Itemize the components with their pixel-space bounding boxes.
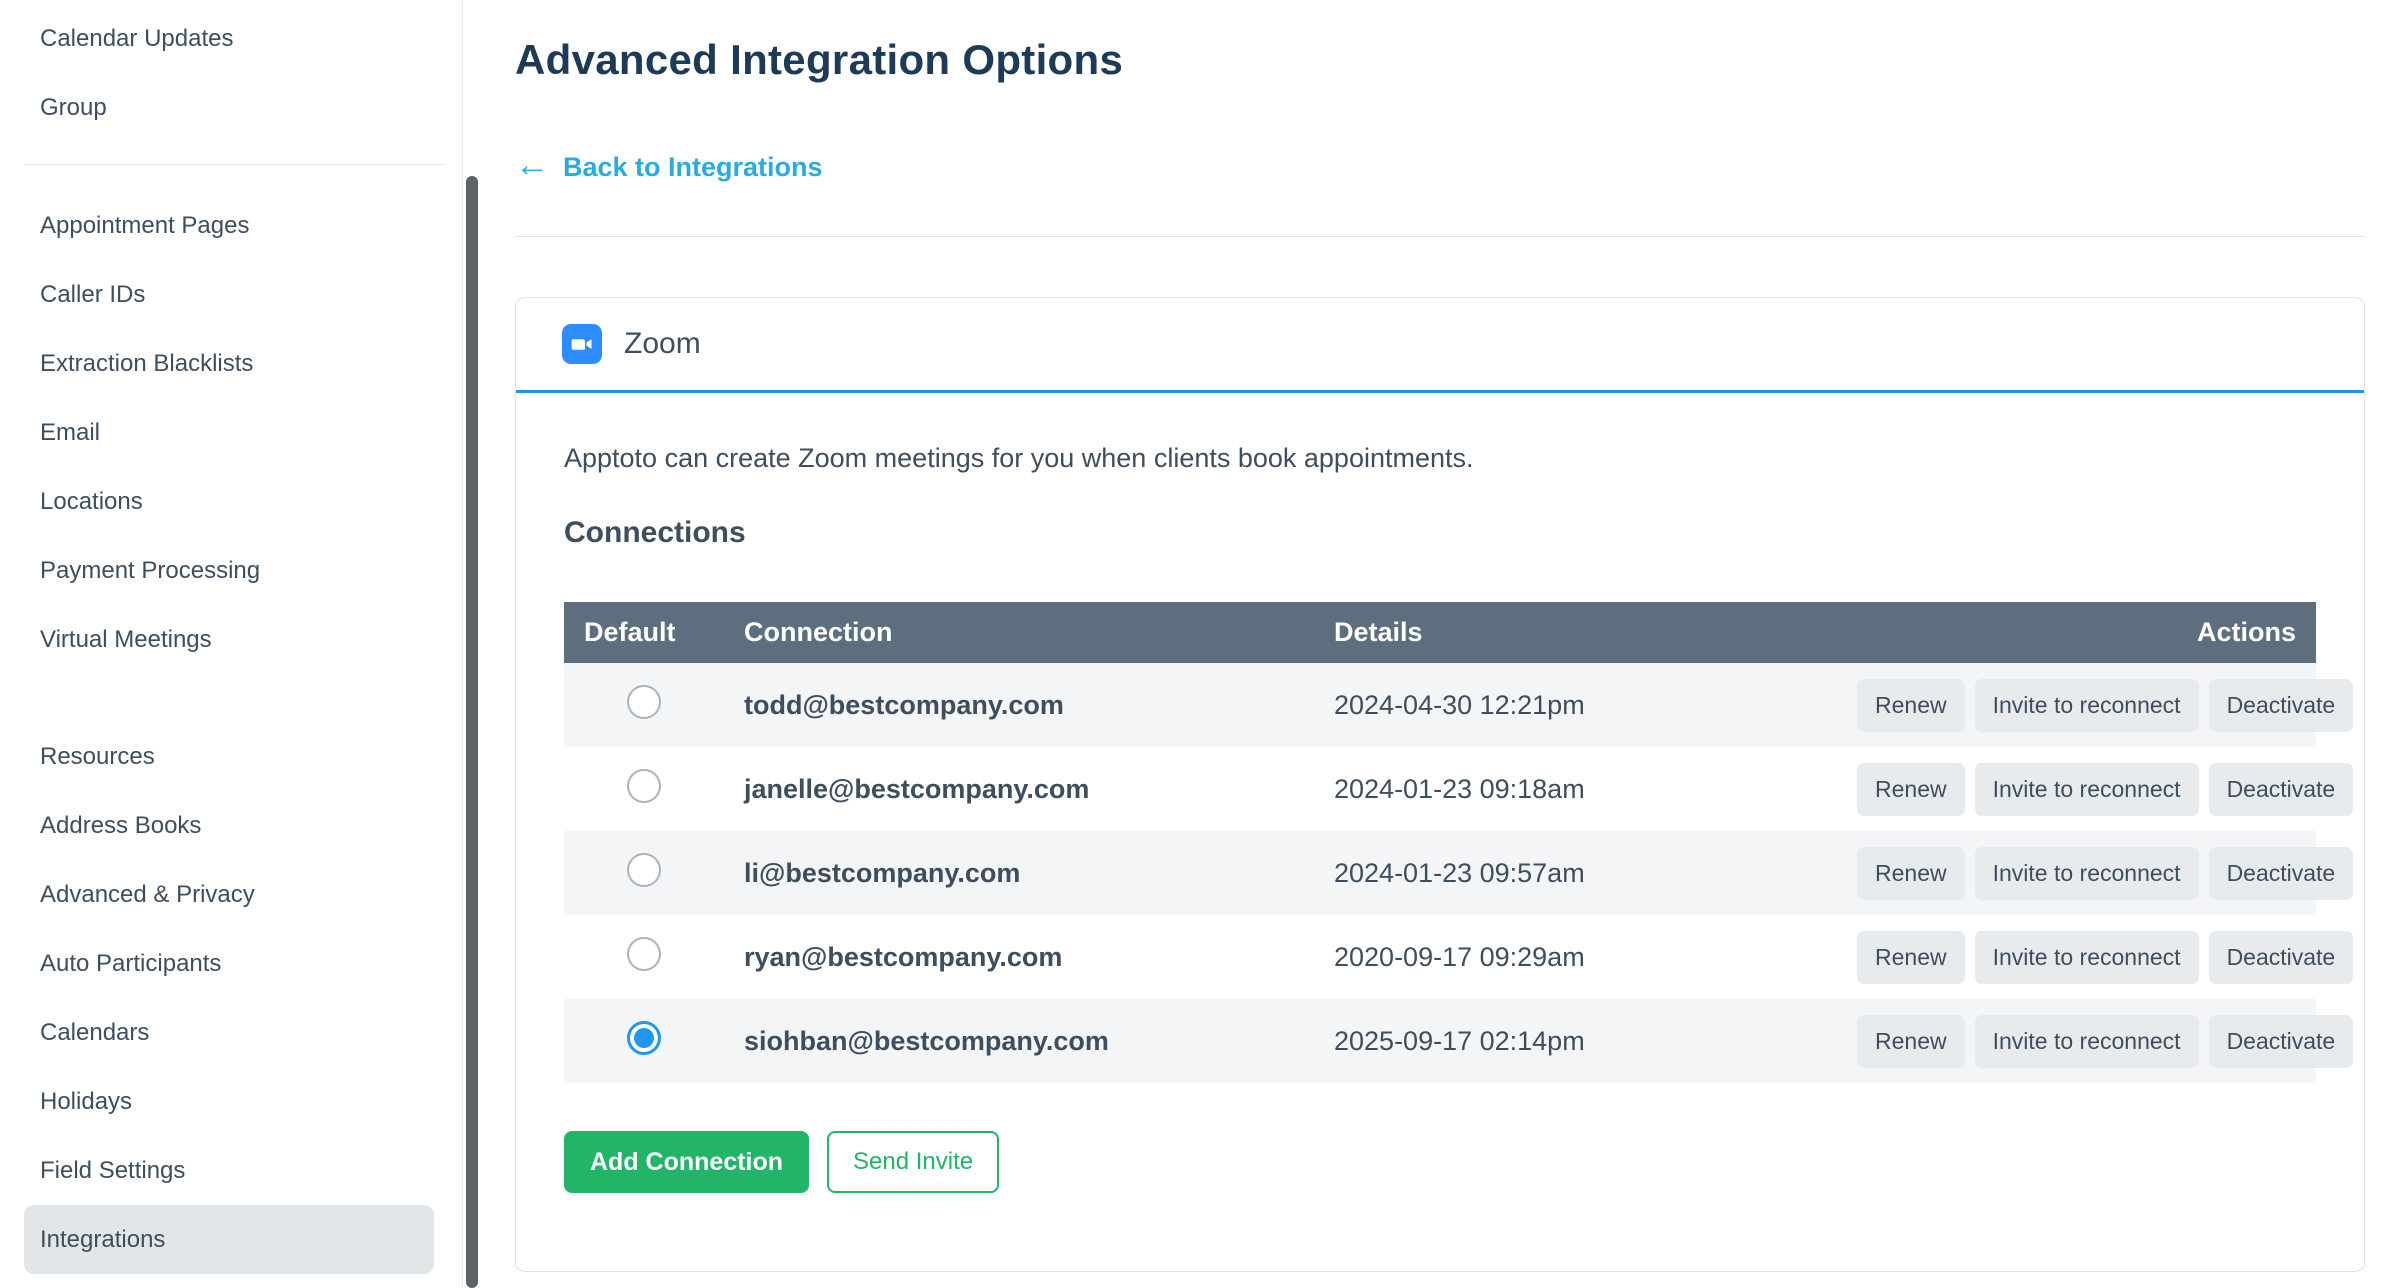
card-header: Zoom	[516, 298, 2364, 393]
sidebar-group: Appointment PagesCaller IDsExtraction Bl…	[0, 191, 462, 674]
back-link-label: Back to Integrations	[563, 152, 823, 183]
send-invite-button[interactable]: Send Invite	[827, 1131, 999, 1193]
column-header-actions: Actions	[1827, 602, 2316, 663]
back-to-integrations-link[interactable]: ← Back to Integrations	[515, 150, 823, 184]
connections-heading: Connections	[564, 516, 2316, 550]
sidebar-item-caller-ids[interactable]: Caller IDs	[24, 260, 434, 329]
invite-to-reconnect-button[interactable]: Invite to reconnect	[1975, 763, 2199, 816]
column-header-connection: Connection	[724, 602, 1314, 663]
card-title: Zoom	[624, 327, 701, 361]
sidebar-item-calendar-updates[interactable]: Calendar Updates	[24, 4, 434, 73]
renew-button[interactable]: Renew	[1857, 1015, 1965, 1068]
renew-button[interactable]: Renew	[1857, 679, 1965, 732]
column-header-details: Details	[1314, 602, 1827, 663]
sidebar-item-resources[interactable]: Resources	[24, 722, 434, 791]
connection-row: siohban@bestcompany.com2025-09-17 02:14p…	[564, 999, 2316, 1083]
connection-details: 2025-09-17 02:14pm	[1314, 999, 1827, 1083]
sidebar-nav: Calendar UpdatesGroupAppointment PagesCa…	[0, 0, 462, 1288]
sidebar-scrollbar-thumb[interactable]	[466, 176, 478, 1288]
main-content: Advanced Integration Options ← Back to I…	[480, 0, 2382, 1288]
sidebar-item-locations[interactable]: Locations	[24, 467, 434, 536]
sidebar-group: ResourcesAddress BooksAdvanced & Privacy…	[0, 722, 462, 1274]
button-row: Add Connection Send Invite	[564, 1131, 2316, 1193]
integration-description: Apptoto can create Zoom meetings for you…	[564, 443, 2316, 474]
connection-row: ryan@bestcompany.com2020-09-17 09:29amRe…	[564, 915, 2316, 999]
connection-details: 2024-01-23 09:57am	[1314, 831, 1827, 915]
connection-email: siohban@bestcompany.com	[724, 999, 1314, 1083]
default-radio[interactable]	[627, 769, 661, 803]
deactivate-button[interactable]: Deactivate	[2209, 763, 2354, 816]
content-divider	[515, 236, 2365, 237]
default-radio[interactable]	[627, 685, 661, 719]
invite-to-reconnect-button[interactable]: Invite to reconnect	[1975, 847, 2199, 900]
column-header-default: Default	[564, 602, 724, 663]
deactivate-button[interactable]: Deactivate	[2209, 931, 2354, 984]
connection-details: 2020-09-17 09:29am	[1314, 915, 1827, 999]
arrow-left-icon: ←	[515, 148, 549, 182]
connection-email: li@bestcompany.com	[724, 831, 1314, 915]
sidebar-item-auto-participants[interactable]: Auto Participants	[24, 929, 434, 998]
sidebar-divider	[24, 164, 444, 165]
renew-button[interactable]: Renew	[1857, 763, 1965, 816]
sidebar-item-appointment-pages[interactable]: Appointment Pages	[24, 191, 434, 260]
connection-email: janelle@bestcompany.com	[724, 747, 1314, 831]
connection-row: janelle@bestcompany.com2024-01-23 09:18a…	[564, 747, 2316, 831]
connection-actions: RenewInvite to reconnectDeactivate	[1827, 915, 2316, 999]
sidebar-item-payment-processing[interactable]: Payment Processing	[24, 536, 434, 605]
sidebar-scrollbar-track[interactable]	[462, 0, 480, 1288]
zoom-integration-card: Zoom Apptoto can create Zoom meetings fo…	[515, 297, 2365, 1272]
connection-details: 2024-04-30 12:21pm	[1314, 663, 1827, 747]
sidebar-item-holidays[interactable]: Holidays	[24, 1067, 434, 1136]
invite-to-reconnect-button[interactable]: Invite to reconnect	[1975, 931, 2199, 984]
invite-to-reconnect-button[interactable]: Invite to reconnect	[1975, 679, 2199, 732]
add-connection-button[interactable]: Add Connection	[564, 1131, 809, 1193]
deactivate-button[interactable]: Deactivate	[2209, 1015, 2354, 1068]
default-radio[interactable]	[627, 937, 661, 971]
table-header-row: Default Connection Details Actions	[564, 602, 2316, 663]
sidebar-item-address-books[interactable]: Address Books	[24, 791, 434, 860]
connection-email: ryan@bestcompany.com	[724, 915, 1314, 999]
card-body: Apptoto can create Zoom meetings for you…	[516, 393, 2364, 1193]
connection-details: 2024-01-23 09:18am	[1314, 747, 1827, 831]
sidebar-item-extraction-blacklists[interactable]: Extraction Blacklists	[24, 329, 434, 398]
deactivate-button[interactable]: Deactivate	[2209, 847, 2354, 900]
connection-actions: RenewInvite to reconnectDeactivate	[1827, 747, 2316, 831]
default-radio[interactable]	[627, 853, 661, 887]
connection-email: todd@bestcompany.com	[724, 663, 1314, 747]
sidebar-group: Calendar UpdatesGroup	[0, 4, 462, 142]
connection-actions: RenewInvite to reconnectDeactivate	[1827, 831, 2316, 915]
connection-row: li@bestcompany.com2024-01-23 09:57amRene…	[564, 831, 2316, 915]
sidebar-item-field-settings[interactable]: Field Settings	[24, 1136, 434, 1205]
connections-table: Default Connection Details Actions todd@…	[564, 602, 2316, 1083]
default-radio[interactable]	[627, 1021, 661, 1055]
page-title: Advanced Integration Options	[515, 36, 2382, 84]
zoom-video-icon	[562, 324, 602, 364]
sidebar-item-calendars[interactable]: Calendars	[24, 998, 434, 1067]
sidebar-item-virtual-meetings[interactable]: Virtual Meetings	[24, 605, 434, 674]
deactivate-button[interactable]: Deactivate	[2209, 679, 2354, 732]
sidebar-item-email[interactable]: Email	[24, 398, 434, 467]
sidebar-item-integrations[interactable]: Integrations	[24, 1205, 434, 1274]
sidebar-item-group[interactable]: Group	[24, 73, 434, 142]
sidebar-item-advanced-privacy[interactable]: Advanced & Privacy	[24, 860, 434, 929]
connection-actions: RenewInvite to reconnectDeactivate	[1827, 663, 2316, 747]
connection-actions: RenewInvite to reconnectDeactivate	[1827, 999, 2316, 1083]
connection-row: todd@bestcompany.com2024-04-30 12:21pmRe…	[564, 663, 2316, 747]
connections-table-body: todd@bestcompany.com2024-04-30 12:21pmRe…	[564, 663, 2316, 1083]
invite-to-reconnect-button[interactable]: Invite to reconnect	[1975, 1015, 2199, 1068]
renew-button[interactable]: Renew	[1857, 847, 1965, 900]
app: Calendar UpdatesGroupAppointment PagesCa…	[0, 0, 2382, 1288]
renew-button[interactable]: Renew	[1857, 931, 1965, 984]
